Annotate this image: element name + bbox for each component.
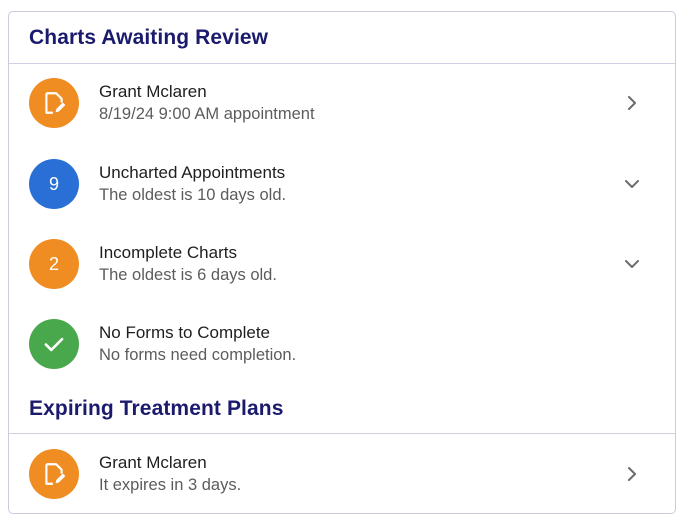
chevron-down-icon[interactable] xyxy=(623,255,641,273)
row-title: No Forms to Complete xyxy=(99,323,270,342)
list-item-no-forms: No Forms to Complete No forms need compl… xyxy=(9,309,675,379)
row-subtitle: No forms need completion. xyxy=(99,346,297,364)
edit-document-icon xyxy=(45,463,66,485)
count-badge: 9 xyxy=(29,159,79,209)
row-title: Uncharted Appointments xyxy=(99,163,286,182)
charts-review-card: Charts Awaiting Review Grant Mclaren 8/1… xyxy=(8,11,676,514)
list-item-uncharted-appointments[interactable]: 9 Uncharted Appointments The oldest is 1… xyxy=(9,149,675,219)
row-subtitle: 8/19/24 9:00 AM appointment xyxy=(99,105,315,123)
edit-document-icon xyxy=(45,92,66,114)
row-title: Incomplete Charts xyxy=(99,243,237,262)
row-subtitle: The oldest is 6 days old. xyxy=(99,266,277,284)
list-item-grant-mclaren-appointment[interactable]: Grant Mclaren 8/19/24 9:00 AM appointmen… xyxy=(9,68,675,138)
row-title: Grant Mclaren xyxy=(99,82,207,101)
chevron-right-icon[interactable] xyxy=(623,94,641,112)
chevron-right-icon[interactable] xyxy=(623,465,641,483)
chevron-down-icon[interactable] xyxy=(623,175,641,193)
check-icon xyxy=(44,337,64,352)
row-title: Grant Mclaren xyxy=(99,453,207,472)
badge-orange xyxy=(29,78,79,128)
count-badge: 2 xyxy=(29,239,79,289)
list-item-incomplete-charts[interactable]: 2 Incomplete Charts The oldest is 6 days… xyxy=(9,229,675,299)
badge-green xyxy=(29,319,79,369)
list-item-grant-mclaren-treatment-plan[interactable]: Grant Mclaren It expires in 3 days. xyxy=(9,439,675,509)
section-divider xyxy=(9,433,675,434)
section-divider xyxy=(9,63,675,64)
row-subtitle: It expires in 3 days. xyxy=(99,476,242,494)
badge-orange xyxy=(29,449,79,499)
section-title-expiring-treatment-plans: Expiring Treatment Plans xyxy=(29,397,284,420)
section-title-charts-awaiting-review: Charts Awaiting Review xyxy=(29,26,269,49)
row-subtitle: The oldest is 10 days old. xyxy=(99,186,287,204)
